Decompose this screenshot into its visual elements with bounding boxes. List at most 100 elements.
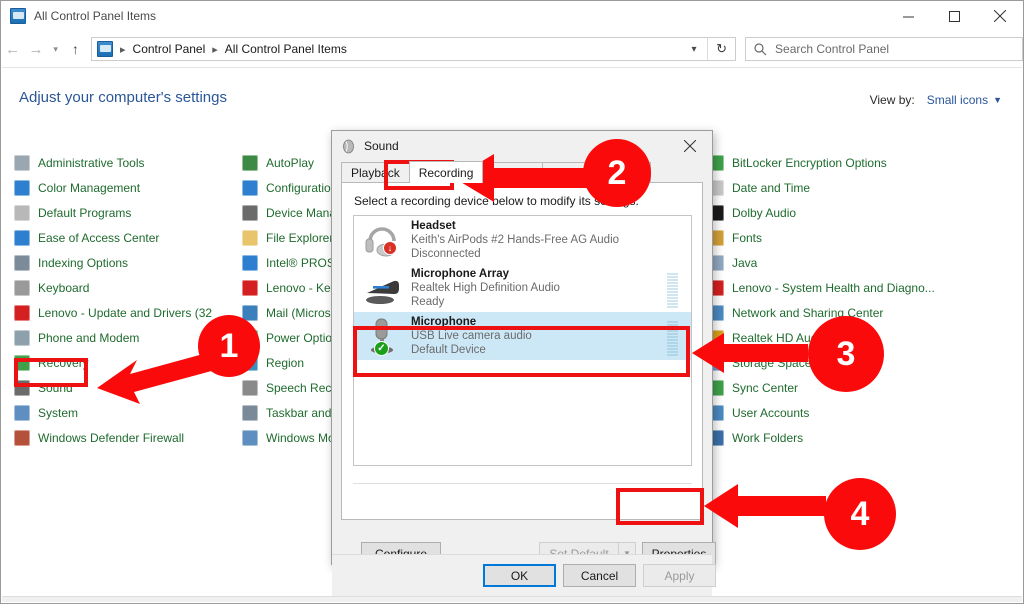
control-panel-item[interactable]: Ease of Access Center (14, 225, 244, 250)
control-panel-item[interactable]: Indexing Options (14, 250, 244, 275)
control-panel-item[interactable]: Default Programs (14, 200, 244, 225)
recent-locations-icon[interactable]: ▾ (48, 35, 64, 63)
window-titlebar: All Control Panel Items (1, 1, 1023, 31)
device-name: Microphone Array (411, 268, 509, 280)
view-by-value[interactable]: Small icons (927, 93, 988, 107)
breadcrumb-control-panel[interactable]: Control Panel (133, 42, 206, 56)
annotation-step-3: 3 (808, 316, 884, 392)
control-panel-item[interactable]: Dolby Audio (708, 200, 1018, 225)
control-panel-item-label: Java (732, 255, 758, 270)
device-list-item[interactable]: ↓ Headset Keith's AirPods #2 Hands-Free AG… (354, 216, 691, 264)
device-info: Microphone USB Live camera audio Default D… (411, 315, 667, 357)
control-panel-item[interactable]: BitLocker Encryption Options (708, 150, 1018, 175)
minimize-button[interactable] (885, 1, 931, 31)
device-status: Default Device (411, 344, 486, 356)
device-description: Keith's AirPods #2 Hands-Free AG Audio (411, 234, 620, 246)
ease-of-access-icon (14, 229, 30, 246)
control-panel-item-label: Sound (38, 380, 73, 395)
microphone-icon: ✓ (361, 315, 405, 357)
control-panel-item[interactable]: Color Management (14, 175, 244, 200)
control-panel-item-label: Region (266, 355, 305, 370)
file-explorer-options-icon (242, 229, 258, 246)
device-name: Headset (411, 220, 456, 232)
keyboard-icon (14, 279, 30, 296)
control-panel-item-label: Device Mana (266, 205, 337, 220)
view-by-control: View by: Small icons ▼ (870, 93, 1002, 107)
close-button[interactable] (977, 1, 1023, 31)
default-programs-icon (14, 204, 30, 221)
microphone-array-icon (361, 267, 405, 309)
ok-button[interactable]: OK (483, 564, 556, 587)
annotation-step-4: 4 (824, 478, 896, 550)
default-device-check-icon: ✓ (374, 341, 389, 356)
breadcrumb-all-items[interactable]: All Control Panel Items (225, 42, 347, 56)
apply-button[interactable]: Apply (643, 564, 716, 587)
recording-device-list[interactable]: ↓ Headset Keith's AirPods #2 Hands-Free AG… (353, 215, 692, 466)
control-panel-item-label: Lenovo - Update and Drivers (32 (38, 305, 213, 320)
control-panel-item-label: Lenovo - Key (266, 280, 337, 295)
autoplay-icon (242, 154, 258, 171)
breadcrumb-separator: ▸ (212, 43, 218, 56)
control-panel-item[interactable]: Java (708, 250, 1018, 275)
control-panel-item-label: Indexing Options (38, 255, 129, 270)
control-panel-item-label: Network and Sharing Center (732, 305, 884, 320)
sound-dialog-title: Sound (364, 139, 399, 153)
control-panel-item-label: User Accounts (732, 405, 810, 420)
up-icon[interactable]: ↑ (64, 35, 87, 63)
indexing-options-icon (14, 254, 30, 271)
annotation-arrow-3 (692, 333, 808, 373)
control-panel-item-label: Color Management (38, 180, 141, 195)
forward-icon[interactable]: → (24, 35, 47, 63)
control-panel-item-label: File Explorer (266, 230, 334, 245)
control-panel-item[interactable]: Keyboard (14, 275, 244, 300)
maximize-button[interactable] (931, 1, 977, 31)
control-panel-item-label: Power Option (266, 330, 339, 345)
search-box[interactable]: Search Control Panel (745, 37, 1024, 61)
cancel-button[interactable]: Cancel (563, 564, 636, 587)
control-panel-item[interactable]: Work Folders (708, 425, 1018, 450)
address-control-panel-icon (97, 41, 114, 57)
device-description: Realtek High Definition Audio (411, 282, 560, 294)
device-list-item[interactable]: Microphone Array Realtek High Definition … (354, 264, 691, 312)
control-panel-item-label: Sync Center (732, 380, 799, 395)
system-icon (14, 404, 30, 421)
back-icon[interactable]: ← (1, 35, 24, 63)
phone-modem-icon (14, 329, 30, 346)
speaker-icon (341, 139, 356, 154)
control-panel-item-label: Fonts (732, 230, 763, 245)
control-panel-item[interactable]: Date and Time (708, 175, 1018, 200)
control-panel-item-label: Ease of Access Center (38, 230, 160, 245)
control-panel-item-label: Mail (Microso (266, 305, 338, 320)
status-bar (2, 596, 1022, 602)
page-title: Adjust your computer's settings (19, 89, 227, 106)
chevron-down-icon[interactable]: ▾ (683, 38, 705, 60)
control-panel-item[interactable]: User Accounts (708, 400, 1018, 425)
sound-dialog-body: PlaybackRecordingSoundsCommunications Se… (332, 161, 716, 596)
chevron-down-icon[interactable]: ▼ (993, 95, 1002, 105)
recording-tab-panel: Select a recording device below to modif… (341, 182, 716, 565)
sound-icon (14, 379, 30, 396)
tab-recording[interactable]: Recording (408, 161, 484, 183)
windows-mobility-icon (242, 429, 258, 446)
control-panel-item[interactable]: Windows Defender Firewall (14, 425, 244, 450)
tab-playback[interactable]: Playback (341, 162, 410, 183)
control-panel-item[interactable]: Lenovo - System Health and Diagno... (708, 275, 1018, 300)
device-status: Ready (411, 296, 445, 308)
configuration-icon (242, 179, 258, 196)
device-manager-icon (242, 204, 258, 221)
search-input[interactable]: Search Control Panel (775, 42, 889, 56)
volume-meter (667, 220, 678, 260)
address-bar[interactable]: ▸ Control Panel ▸ All Control Panel Item… (91, 37, 737, 61)
control-panel-item[interactable]: Administrative Tools (14, 150, 244, 175)
device-description: USB Live camera audio (411, 330, 532, 342)
control-panel-item-label: Configuration (266, 180, 338, 195)
control-panel-item[interactable]: Fonts (708, 225, 1018, 250)
device-list-item[interactable]: ✓ Microphone USB Live camera audio Default … (354, 312, 691, 360)
sound-dialog-close-button[interactable] (668, 131, 712, 160)
device-info: Microphone Array Realtek High Definition … (411, 267, 667, 309)
control-panel-item-label: Lenovo - System Health and Diagno... (732, 280, 935, 295)
refresh-icon[interactable]: ↻ (707, 38, 735, 60)
control-panel-item-label: Date and Time (732, 180, 811, 195)
view-by-label: View by: (869, 93, 915, 107)
control-panel-item-label: Work Folders (732, 430, 804, 445)
